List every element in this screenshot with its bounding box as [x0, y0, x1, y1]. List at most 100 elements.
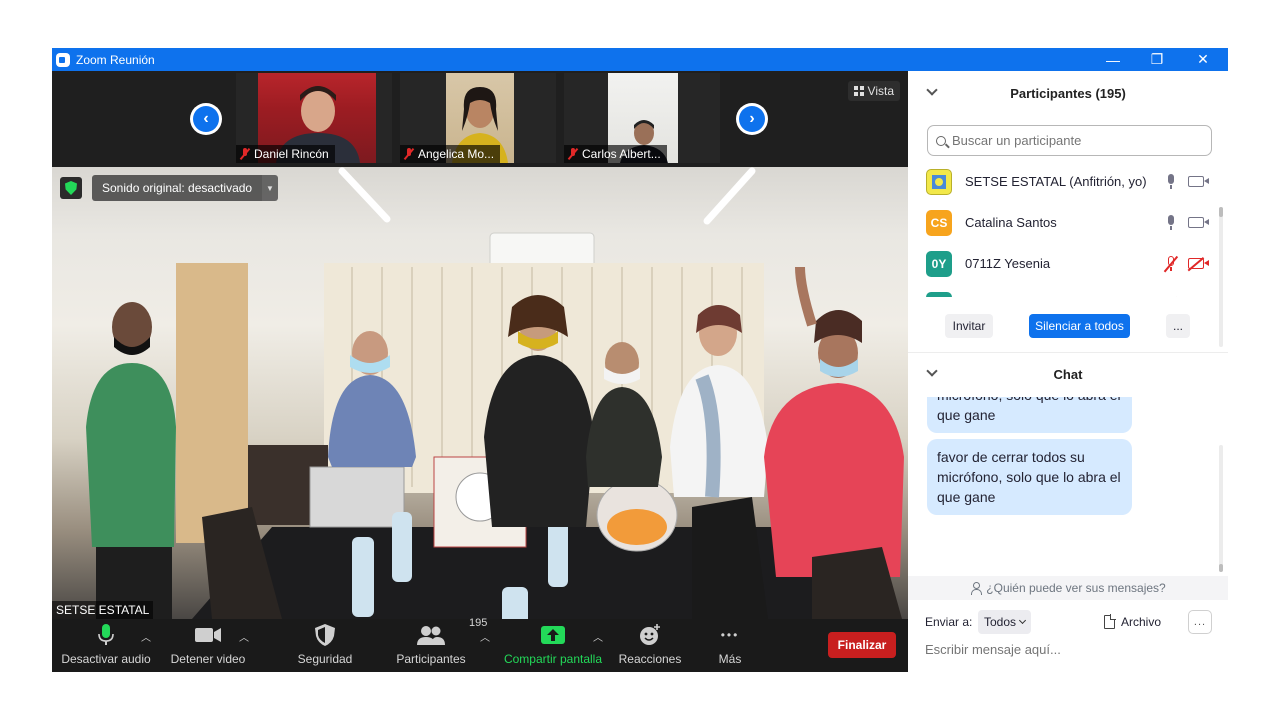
reactions-button[interactable]: Reacciones	[616, 619, 684, 672]
participant-search[interactable]	[927, 125, 1212, 156]
audio-options-caret-icon[interactable]: ︿	[141, 629, 151, 644]
ellipsis-icon: •••	[720, 628, 740, 642]
original-sound-dropdown[interactable]: ▼	[262, 175, 278, 201]
chat-more-button[interactable]: ...	[1188, 610, 1212, 634]
security-label: Seguridad	[297, 652, 353, 666]
search-icon	[936, 135, 946, 146]
reactions-label: Reacciones	[618, 652, 682, 666]
avatar	[926, 291, 952, 297]
participant-name: Catalina Santos	[965, 215, 1057, 230]
microphone-icon	[98, 623, 114, 647]
speaker-name-tag: SETSE ESTATAL	[52, 601, 154, 619]
chat-scroll-thumb[interactable]	[1219, 564, 1223, 572]
share-screen-button[interactable]: Compartir pantalla	[500, 619, 606, 672]
collapse-chevron-icon[interactable]	[926, 365, 938, 377]
recipient-dropdown[interactable]: Todos	[978, 610, 1032, 634]
thumbnail-name: Daniel Rincón	[254, 147, 329, 161]
minimize-button[interactable]: —	[1090, 48, 1136, 71]
participants-button[interactable]: 195 Participantes	[392, 617, 487, 672]
gallery-next-button[interactable]: ›	[736, 103, 768, 135]
participant-thumbnail[interactable]: Carlos Albert...	[564, 73, 720, 163]
security-button[interactable]: Seguridad	[292, 619, 358, 672]
chat-message-bubble: micrófono, solo que lo abra el que gane	[927, 397, 1132, 433]
file-icon	[1104, 614, 1116, 629]
share-options-caret-icon[interactable]: ︿	[593, 629, 603, 644]
participants-count-badge: 195	[469, 617, 488, 629]
mic-muted-icon	[568, 148, 578, 160]
share-screen-icon	[541, 623, 565, 647]
thumbnail-name: Carlos Albert...	[582, 147, 661, 161]
title-bar: Zoom Reunión — ❐ ✕	[52, 48, 1228, 71]
participant-row[interactable]: CS Catalina Santos	[908, 202, 1220, 243]
mic-muted-icon	[404, 148, 414, 160]
video-camera-icon[interactable]	[1188, 217, 1209, 228]
participants-label: Participantes	[396, 652, 466, 666]
meeting-toolbar: Desactivar audio ︿ Detener video ︿ Segur…	[52, 617, 908, 672]
who-can-see-link[interactable]: ¿Quién puede ver sus mensajes?	[908, 576, 1228, 600]
participant-name: 0711Z Yesenia	[965, 256, 1051, 271]
collapse-chevron-icon[interactable]	[926, 84, 938, 96]
more-button[interactable]: ••• Más	[708, 619, 752, 672]
recipient-value: Todos	[984, 615, 1017, 629]
participant-row[interactable]: SETSE ESTATAL (Anfitrión, yo)	[908, 161, 1220, 202]
send-to-label: Enviar a:	[925, 615, 973, 629]
thumbnail-name-tag: Daniel Rincón	[236, 145, 335, 163]
zoom-meeting-window: Zoom Reunión — ❐ ✕ ‹ Daniel Rincón Angel…	[52, 48, 1228, 672]
restore-button[interactable]: ❐	[1134, 48, 1180, 71]
participant-row[interactable]	[908, 284, 1220, 297]
thumbnail-name-tag: Carlos Albert...	[564, 145, 667, 163]
share-screen-label: Compartir pantalla	[503, 652, 603, 666]
chevron-right-icon: ›	[739, 106, 765, 132]
gallery-prev-button[interactable]: ‹	[190, 103, 222, 135]
mute-audio-button[interactable]: Desactivar audio	[61, 619, 151, 672]
stop-video-button[interactable]: Detener video	[168, 619, 248, 672]
participants-icon: 195	[417, 617, 487, 647]
meeting-room-scene	[86, 167, 904, 619]
chat-scrollbar[interactable]	[1219, 445, 1223, 571]
chat-title: Chat	[1053, 366, 1083, 382]
file-label: Archivo	[1121, 615, 1162, 629]
gallery-grid-icon	[853, 86, 864, 96]
send-to-row: Enviar a: Todos Archivo ...	[908, 609, 1228, 635]
view-label: Vista	[867, 84, 894, 98]
video-camera-icon[interactable]	[1188, 176, 1209, 187]
original-sound-toggle[interactable]: Sonido original: desactivado	[92, 175, 263, 201]
mute-all-button[interactable]: Silenciar a todos	[1029, 314, 1130, 338]
encryption-shield-button[interactable]	[60, 177, 82, 199]
close-button[interactable]: ✕	[1180, 48, 1226, 71]
side-panel: Participantes (195) SETSE ESTATAL (Anfit…	[908, 71, 1228, 672]
end-meeting-button[interactable]: Finalizar	[828, 632, 896, 658]
zoom-logo-icon	[56, 52, 70, 67]
participants-options-caret-icon[interactable]: ︿	[480, 629, 490, 644]
participants-more-button[interactable]: ...	[1166, 314, 1190, 338]
participant-list-scrollbar[interactable]	[1219, 207, 1223, 347]
invite-button[interactable]: Invitar	[945, 314, 993, 338]
participants-title: Participantes (195)	[1010, 85, 1126, 101]
video-options-caret-icon[interactable]: ︿	[239, 629, 249, 644]
microphone-muted-icon[interactable]	[1166, 296, 1176, 297]
video-camera-icon	[195, 623, 221, 647]
participant-search-input[interactable]	[952, 133, 1192, 148]
microphone-icon[interactable]	[1166, 214, 1176, 231]
participant-list-scroll-thumb[interactable]	[1219, 207, 1223, 217]
chat-message-input[interactable]	[925, 642, 1215, 657]
thumbnail-name: Angelica Mo...	[418, 147, 495, 161]
video-camera-off-icon[interactable]	[1188, 258, 1209, 269]
microphone-icon[interactable]	[1166, 173, 1176, 190]
chat-messages: micrófono, solo que lo abra el que gane …	[908, 397, 1220, 573]
chevron-down-icon	[1018, 616, 1027, 625]
participant-thumbnail[interactable]: Angelica Mo...	[400, 73, 556, 163]
microphone-muted-icon[interactable]	[1166, 255, 1176, 272]
who-can-see-label: ¿Quién puede ver sus mensajes?	[986, 581, 1166, 595]
window-title: Zoom Reunión	[76, 52, 155, 67]
emoji-icon	[639, 623, 661, 647]
file-button[interactable]: Archivo	[1104, 611, 1161, 633]
view-button[interactable]: Vista	[847, 81, 900, 101]
shield-icon	[65, 181, 77, 195]
stop-video-label: Detener video	[170, 652, 246, 666]
chevron-left-icon: ‹	[193, 106, 219, 132]
participant-name: SETSE ESTATAL (Anfitrión, yo)	[965, 174, 1147, 189]
participant-thumbnail[interactable]: Daniel Rincón	[236, 73, 392, 163]
avatar	[926, 168, 952, 195]
participant-row[interactable]: 0Y 0711Z Yesenia	[908, 243, 1220, 284]
